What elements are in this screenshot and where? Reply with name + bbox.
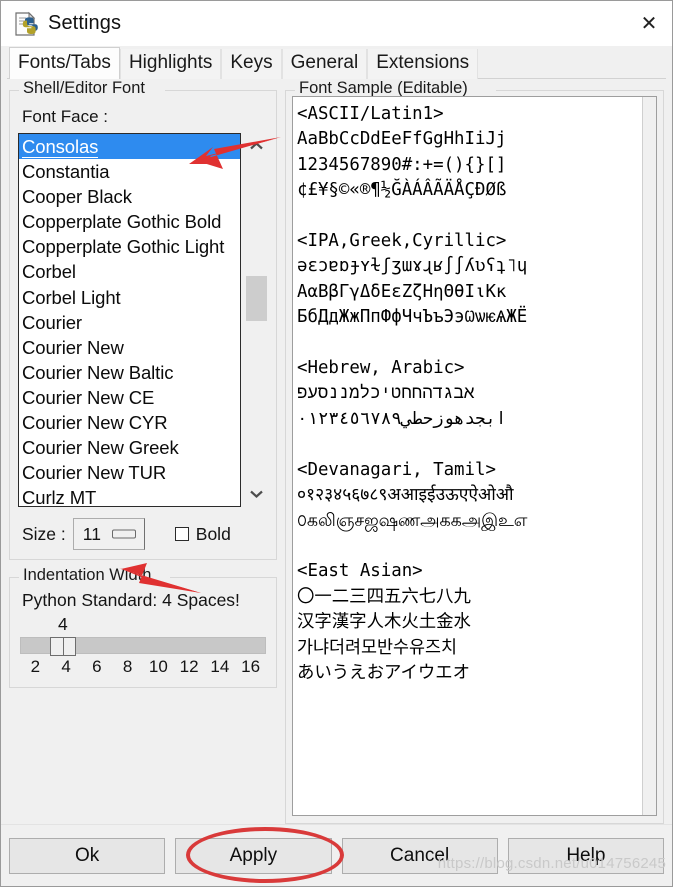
indent-value: 4 <box>58 614 68 634</box>
list-item[interactable]: Courier New Greek <box>19 435 240 460</box>
list-item[interactable]: Consolas <box>19 134 240 160</box>
indent-slider[interactable] <box>20 637 266 656</box>
frame-line <box>286 90 295 91</box>
settings-dialog: Settings ✕ Fonts/Tabs Highlights Keys Ge… <box>0 0 673 887</box>
bold-label: Bold <box>195 523 231 544</box>
tick-label: 6 <box>92 657 102 676</box>
frame-line <box>165 90 276 91</box>
list-item[interactable]: Copperplate Gothic Light <box>19 234 240 259</box>
indent-note: Python Standard: 4 Spaces! <box>22 590 240 610</box>
list-item[interactable]: Courier New Baltic <box>19 360 240 385</box>
tab-strip: Fonts/Tabs Highlights Keys General Exten… <box>1 46 672 79</box>
font-sample-scrollbar[interactable] <box>642 97 656 815</box>
font-sample-text[interactable]: <ASCII/Latin1> AaBbCcDdEeFfGgHhIiJj 1234… <box>293 97 642 815</box>
frame-line <box>496 90 663 91</box>
indentation-width-group: Indentation Width Python Standard: 4 Spa… <box>9 566 277 688</box>
tab-extensions[interactable]: Extensions <box>367 49 479 79</box>
dialog-body: Shell/Editor Font Font Face : Consolas C… <box>1 79 672 824</box>
font-list-scrollbar[interactable] <box>245 133 268 507</box>
tick-label: 2 <box>30 657 41 676</box>
window-title: Settings <box>48 12 122 34</box>
list-item[interactable]: Courier New <box>19 335 240 360</box>
bold-checkbox[interactable] <box>174 527 189 541</box>
font-face-listbox-wrap: Consolas Constantia Cooper Black Copperp… <box>18 133 268 507</box>
tick-label: 4 <box>61 657 71 676</box>
list-item[interactable]: Constantia <box>19 159 240 184</box>
title-bar: Settings ✕ <box>1 1 672 46</box>
font-face-list[interactable]: Consolas Constantia Cooper Black Copperp… <box>18 133 241 507</box>
frame-line <box>170 577 276 578</box>
slider-thumb[interactable] <box>50 637 76 656</box>
tick-label: 8 <box>122 657 133 676</box>
group-title-indentation-width: Indentation Width <box>19 566 157 585</box>
list-item-label: Consolas <box>22 136 99 158</box>
font-size-row: Size : 11 Bold <box>22 517 268 551</box>
list-item[interactable]: Courier New TUR <box>19 460 240 485</box>
list-item[interactable]: Courier New CE <box>19 385 240 410</box>
font-sample-group: Font Sample (Editable) <ASCII/Latin1> Aa… <box>285 79 664 824</box>
list-item[interactable]: Courier <box>19 310 240 335</box>
list-item[interactable]: Copperplate Gothic Bold <box>19 209 240 234</box>
size-spinner[interactable]: 11 <box>72 518 145 550</box>
ok-button[interactable]: Ok <box>9 837 166 874</box>
tab-fonts-tabs[interactable]: Fonts/Tabs <box>9 47 120 79</box>
spinner-handle-icon[interactable] <box>111 529 136 539</box>
chevron-up-icon[interactable] <box>245 135 268 157</box>
right-column: Font Sample (Editable) <ASCII/Latin1> Aa… <box>285 79 664 824</box>
list-item[interactable]: Cooper Black <box>19 184 240 209</box>
tick-label: 16 <box>241 657 261 676</box>
font-sample-box[interactable]: <ASCII/Latin1> AaBbCcDdEeFfGgHhIiJj 1234… <box>292 96 657 816</box>
tab-highlights[interactable]: Highlights <box>119 49 222 79</box>
group-title-shell-editor-font: Shell/Editor Font <box>19 79 150 98</box>
tab-label: Highlights <box>128 52 213 73</box>
frame-line <box>10 577 19 578</box>
list-item[interactable]: Corbel <box>19 259 240 284</box>
tick-label: 14 <box>210 657 230 676</box>
shell-editor-font-group: Shell/Editor Font Font Face : Consolas C… <box>9 79 277 560</box>
python-document-icon <box>13 11 39 37</box>
tab-label: Fonts/Tabs <box>18 51 111 73</box>
left-column: Shell/Editor Font Font Face : Consolas C… <box>9 79 277 824</box>
watermark-text: https://blog.csdn.net/u014756245 <box>437 855 666 872</box>
tab-general[interactable]: General <box>281 49 368 79</box>
list-item[interactable]: Courier New CYR <box>19 410 240 435</box>
tab-label: Keys <box>230 52 273 73</box>
close-icon[interactable]: ✕ <box>626 1 672 46</box>
scrollbar-thumb[interactable] <box>246 276 267 321</box>
tab-keys[interactable]: Keys <box>221 49 282 79</box>
tab-label: General <box>290 52 359 73</box>
tick-label: 12 <box>179 657 199 676</box>
chevron-down-icon[interactable] <box>245 483 268 505</box>
bold-checkbox-wrap[interactable]: Bold <box>174 523 231 545</box>
size-value: 11 <box>82 523 101 544</box>
list-item[interactable]: Corbel Light <box>19 285 240 310</box>
tab-label: Extensions <box>376 52 470 73</box>
frame-line <box>10 90 19 91</box>
indent-slider-ticks: 2 4 6 8 10 12 14 16 <box>20 657 266 677</box>
size-label: Size : <box>22 523 66 544</box>
apply-button[interactable]: Apply <box>175 837 332 874</box>
font-face-label: Font Face : <box>22 107 108 126</box>
tick-label: 10 <box>148 657 168 676</box>
list-item[interactable]: Curlz MT <box>19 485 240 506</box>
